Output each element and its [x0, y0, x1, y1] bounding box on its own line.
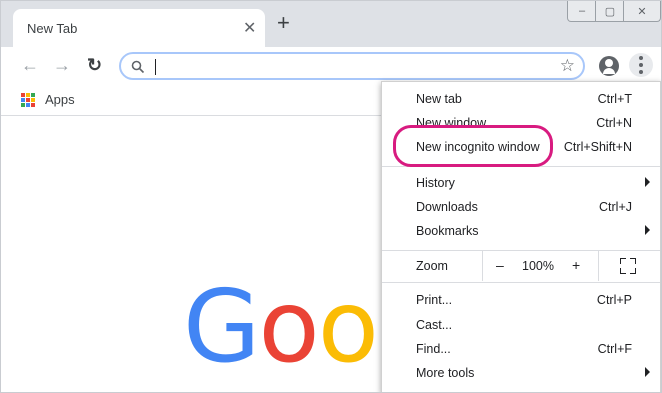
incognito-highlight-annotation: [393, 125, 553, 167]
toolbar: ← → ↻ ☆: [1, 47, 661, 85]
menu-shortcut: Ctrl+P: [596, 293, 632, 307]
menu-label: History: [416, 176, 455, 190]
forward-icon[interactable]: →: [53, 55, 71, 76]
menu-item-bookmarks[interactable]: Bookmarks: [382, 220, 660, 244]
submenu-arrow-icon: [645, 367, 650, 377]
menu-item-more-tools[interactable]: More tools: [382, 362, 660, 386]
menu-item-downloads[interactable]: Downloads Ctrl+J: [382, 196, 660, 220]
text-cursor: [155, 59, 156, 75]
menu-item-new-tab[interactable]: New tab Ctrl+T: [382, 88, 660, 112]
menu-shortcut: Ctrl+Shift+N: [563, 140, 632, 154]
zoom-out-button[interactable]: –: [496, 257, 504, 273]
zoom-in-button[interactable]: +: [572, 257, 580, 273]
menu-label: Find...: [416, 342, 451, 356]
menu-item-cast[interactable]: Cast...: [382, 314, 660, 338]
logo-letter: o: [317, 268, 379, 385]
menu-shortcut: Ctrl+T: [597, 92, 632, 106]
bookmark-star-icon[interactable]: ☆: [560, 56, 575, 76]
submenu-arrow-icon: [645, 177, 650, 187]
new-tab-plus-icon[interactable]: +: [277, 12, 290, 34]
maximize-button[interactable]: ▢: [595, 1, 625, 22]
tab-strip: New Tab ✕ + – ▢ ✕: [1, 1, 661, 47]
menu-label: Cast...: [416, 318, 453, 332]
menu-item-print[interactable]: Print... Ctrl+P: [382, 289, 660, 313]
menu-shortcut: Ctrl+J: [599, 200, 632, 214]
menu-label: Bookmarks: [416, 224, 479, 238]
menu-item-find[interactable]: Find... Ctrl+F: [382, 338, 660, 362]
menu-label: Downloads: [416, 200, 478, 214]
logo-letter: o: [258, 268, 320, 385]
menu-label: More tools: [416, 366, 475, 380]
menu-label: Print...: [416, 293, 453, 307]
tab-title: New Tab: [27, 21, 78, 36]
menu-item-history[interactable]: History: [382, 172, 660, 196]
back-icon[interactable]: ←: [21, 55, 39, 76]
apps-grid-icon: [21, 92, 35, 107]
profile-avatar-icon[interactable]: [599, 56, 619, 76]
submenu-arrow-icon: [645, 225, 650, 235]
menu-shortcut: Ctrl+F: [597, 342, 632, 356]
address-bar[interactable]: ☆: [119, 52, 585, 80]
logo-letter: G: [183, 268, 260, 385]
minimize-button[interactable]: –: [567, 1, 597, 22]
zoom-level: 100%: [522, 259, 554, 273]
menu-item-zoom: Zoom – 100% +: [382, 251, 660, 281]
zoom-divider: [598, 251, 599, 281]
search-icon: [131, 60, 145, 74]
apps-label: Apps: [45, 92, 75, 107]
close-window-button[interactable]: ✕: [623, 1, 661, 22]
menu-label: New tab: [416, 92, 462, 106]
menu-divider: [382, 282, 660, 283]
reload-icon[interactable]: ↻: [87, 55, 102, 76]
tab-new-tab[interactable]: New Tab ✕: [13, 9, 265, 47]
close-tab-icon[interactable]: ✕: [243, 18, 256, 38]
menu-kebab-icon[interactable]: [629, 53, 653, 77]
browser-window: New Tab ✕ + – ▢ ✕ ← → ↻ ☆ Apps Goog: [0, 0, 662, 393]
fullscreen-icon[interactable]: [620, 258, 636, 274]
menu-label: Zoom: [416, 259, 448, 273]
zoom-divider: [482, 251, 483, 281]
apps-shortcut[interactable]: Apps: [21, 92, 75, 107]
menu-shortcut: Ctrl+N: [596, 116, 632, 130]
